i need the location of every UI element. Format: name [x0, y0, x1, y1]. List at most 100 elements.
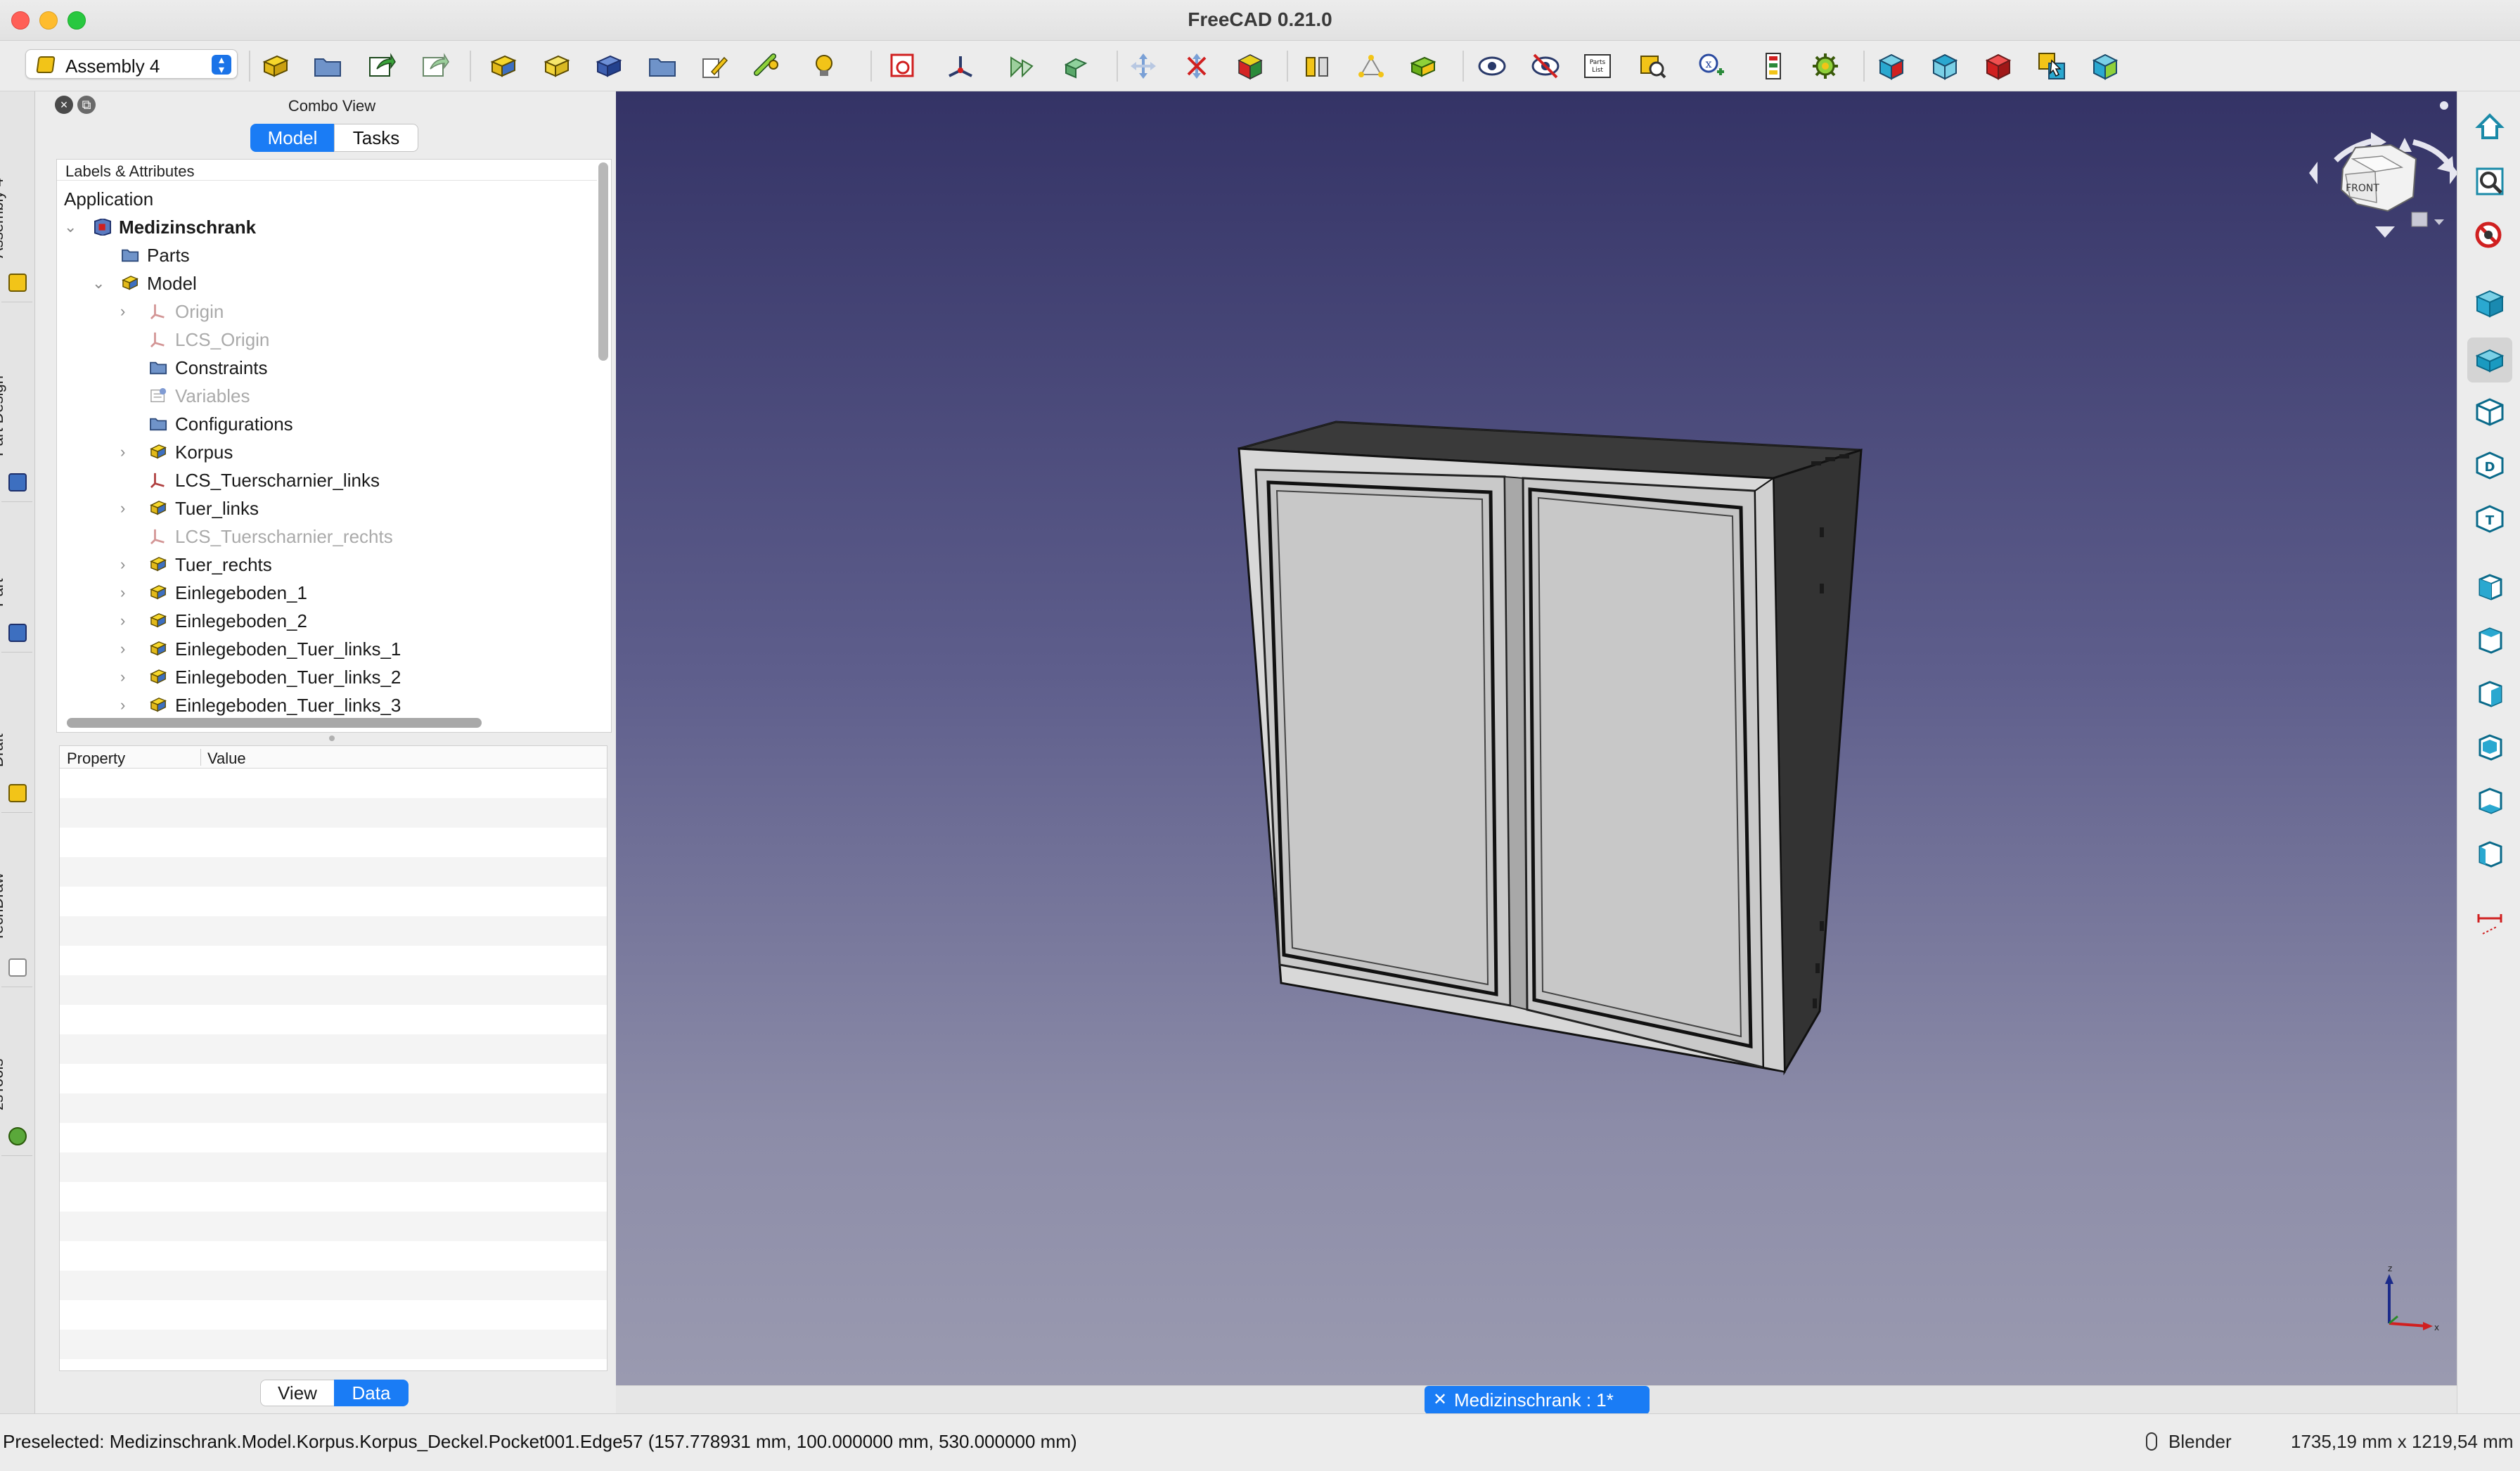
model-tree[interactable]: Labels & Attributes Application ⌄ Medizins… [56, 159, 612, 733]
tree-item[interactable]: LCS_Tuerscharnier_links [57, 466, 591, 494]
tree-item[interactable]: Constraints [57, 354, 591, 382]
view-isometric-icon[interactable] [2473, 287, 2507, 321]
view-top-face-icon[interactable] [2473, 623, 2507, 657]
parts-list-icon[interactable]: PartsList [1582, 51, 1613, 82]
view-front-face-icon[interactable] [2473, 570, 2507, 603]
view-isometric-cube-icon[interactable] [2090, 51, 2121, 82]
inspect-icon[interactable] [1637, 51, 1668, 82]
tree-item[interactable]: › Tuer_links [57, 494, 591, 522]
tree-horizontal-scrollbar[interactable] [67, 718, 482, 728]
view-front-cube-icon[interactable] [1876, 51, 1907, 82]
release-part-icon[interactable] [1181, 51, 1212, 82]
move-part-icon[interactable] [1128, 51, 1159, 82]
navigation-cube[interactable]: FRONT [2309, 101, 2457, 238]
view-dimetric-icon[interactable]: D [2473, 449, 2507, 482]
view-right-face-icon[interactable] [2473, 676, 2507, 710]
chevron-right-icon[interactable]: › [120, 494, 125, 522]
bom-points-icon[interactable] [1356, 51, 1387, 82]
home-icon[interactable] [2473, 110, 2507, 143]
tree-item[interactable]: Parts [57, 241, 591, 269]
place-part-icon[interactable] [887, 51, 918, 82]
insert-link-icon[interactable] [366, 51, 397, 82]
tab-part-design[interactable]: Part Design [0, 302, 32, 502]
view-bottom-face-icon[interactable] [2473, 783, 2507, 817]
view-axonometric-icon[interactable] [2473, 395, 2507, 429]
chevron-right-icon[interactable]: › [120, 691, 125, 719]
tab-assembly4[interactable]: Assembly 4 [0, 91, 32, 302]
insert-datum-icon[interactable] [945, 51, 976, 82]
selection-filter-icon[interactable] [2036, 51, 2067, 82]
chevron-down-icon[interactable]: ⌄ [64, 213, 77, 241]
tree-item[interactable]: › Korpus [57, 438, 591, 466]
tab-view[interactable]: View [260, 1380, 335, 1406]
draw-style-icon[interactable] [2473, 218, 2507, 252]
new-model-icon[interactable] [260, 51, 291, 82]
linear-array-icon[interactable] [1060, 51, 1091, 82]
tree-item[interactable]: › Einlegeboden_Tuer_links_1 [57, 635, 591, 663]
tree-item[interactable]: Configurations [57, 410, 591, 438]
3d-viewport[interactable]: FRONT z x [616, 91, 2457, 1385]
fit-all-icon[interactable] [2473, 165, 2507, 198]
measure-icon[interactable] [1302, 51, 1333, 82]
chevron-down-icon[interactable]: ⌄ [92, 269, 105, 297]
chevron-right-icon[interactable]: › [120, 663, 125, 691]
tab-zstools[interactable]: zsTools [0, 987, 32, 1156]
tree-item[interactable]: › Einlegeboden_Tuer_links_3 [57, 691, 591, 719]
update-assembly-icon[interactable] [1408, 51, 1439, 82]
show-lcs-icon[interactable] [1477, 51, 1508, 82]
navigation-style[interactable]: Blender [2168, 1431, 2232, 1453]
view-left-face-icon[interactable] [2473, 837, 2507, 871]
tree-item[interactable]: Variables [57, 382, 591, 410]
new-sketch-icon[interactable] [699, 51, 730, 82]
chevron-right-icon[interactable]: › [120, 579, 125, 607]
chevron-right-icon[interactable]: › [120, 607, 125, 635]
tree-item[interactable]: LCS_Origin [57, 326, 591, 354]
property-editor[interactable]: Property Value [59, 745, 608, 1371]
new-group-icon[interactable] [647, 51, 678, 82]
chevron-right-icon[interactable]: › [120, 635, 125, 663]
view-trimetric-icon[interactable]: T [2473, 502, 2507, 536]
tree-item[interactable]: ⌄ Model [57, 269, 591, 297]
tab-model[interactable]: Model [250, 124, 335, 152]
view-top-cube-icon[interactable] [1929, 51, 1960, 82]
new-part-icon[interactable] [488, 51, 519, 82]
new-parts-folder-icon[interactable] [312, 51, 343, 82]
tree-item[interactable]: › Einlegeboden_2 [57, 607, 591, 635]
add-variable-icon[interactable] [809, 51, 840, 82]
tab-tasks[interactable]: Tasks [334, 124, 418, 152]
tree-item[interactable]: LCS_Tuerscharnier_rechts [57, 522, 591, 551]
tree-vertical-scrollbar[interactable] [598, 162, 608, 361]
panel-splitter-handle[interactable] [329, 736, 335, 741]
tab-techdraw[interactable]: TechDraw [0, 813, 32, 987]
measure-distance-icon[interactable] [2473, 907, 2507, 941]
close-tab-icon[interactable]: ✕ [1433, 1386, 1447, 1414]
variables-list-icon[interactable] [1758, 51, 1789, 82]
chevron-right-icon[interactable]: › [120, 551, 125, 579]
view-front-icon[interactable] [2473, 343, 2507, 377]
tree-item[interactable]: › Einlegeboden_1 [57, 579, 591, 607]
tree-item[interactable]: Application [57, 185, 591, 213]
workbench-selector[interactable]: Assembly 4 ▴ ▾ [25, 49, 238, 79]
tab-data[interactable]: Data [334, 1380, 409, 1406]
cabinet-model[interactable] [1238, 420, 1863, 1076]
document-tab-medizinschrank[interactable]: ✕ Medizinschrank : 1* [1425, 1386, 1650, 1414]
new-blue-body-icon[interactable] [593, 51, 624, 82]
chevron-right-icon[interactable]: › [120, 297, 125, 326]
insert-external-link-icon[interactable] [419, 51, 450, 82]
hide-lcs-icon[interactable] [1530, 51, 1561, 82]
tab-draft[interactable]: Draft [0, 653, 32, 813]
chevron-right-icon[interactable]: › [120, 438, 125, 466]
view-red-cube-icon[interactable] [1983, 51, 2014, 82]
new-body-icon[interactable] [541, 51, 572, 82]
mirror-part-icon[interactable] [1005, 51, 1036, 82]
tree-item[interactable]: › Tuer_rechts [57, 551, 591, 579]
insert-lcs-icon[interactable] [751, 51, 782, 82]
solve-assembly-icon[interactable] [1235, 51, 1266, 82]
view-rear-face-icon[interactable] [2473, 730, 2507, 764]
tree-item[interactable]: › Origin [57, 297, 591, 326]
tree-item[interactable]: ⌄ Medizinschrank [57, 213, 591, 241]
tree-item[interactable]: › Einlegeboden_Tuer_links_2 [57, 663, 591, 691]
add-expression-icon[interactable]: x [1696, 51, 1727, 82]
tab-part[interactable]: Part [0, 502, 32, 653]
configuration-gear-icon[interactable] [1810, 51, 1841, 82]
